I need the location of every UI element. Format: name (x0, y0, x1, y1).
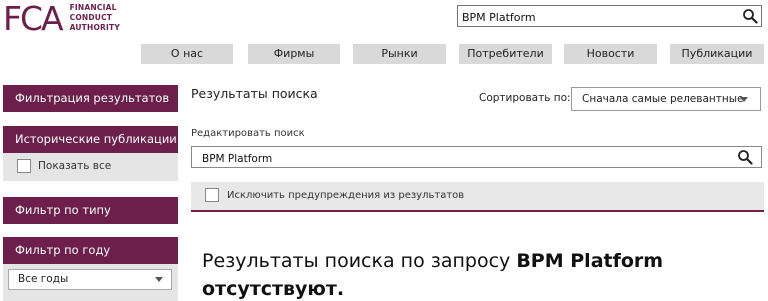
site-search-input[interactable] (458, 7, 728, 28)
logo-line-1: FINANCIAL (69, 3, 117, 12)
doc-type-filter-heading[interactable]: Фильтр по типу документа (3, 197, 178, 244)
year-select-value: Все годы (18, 273, 69, 285)
nav-consumers[interactable]: Потребители (459, 44, 552, 64)
no-results-prefix: Результаты поиска по запросу (202, 250, 517, 272)
nav-about[interactable]: О нас (141, 44, 233, 64)
logo-line-2: CONDUCT (69, 13, 113, 22)
no-results-suffix: отсутствуют. (202, 278, 345, 300)
sort-label: Сортировать по: (479, 92, 571, 104)
nav-news[interactable]: Новости (564, 44, 657, 64)
logo-text: FINANCIAL CONDUCT AUTHORITY (70, 3, 120, 33)
edit-search (191, 146, 762, 169)
year-select[interactable]: Все годы (8, 269, 172, 290)
exclude-warnings-label: Исключить предупреждения из результатов (227, 190, 465, 201)
logo-line-3: AUTHORITY (69, 23, 120, 32)
no-results-query: BPM Platform (516, 250, 664, 272)
chevron-down-icon (740, 97, 748, 102)
exclude-warnings-checkbox[interactable] (205, 188, 219, 202)
logo-mark: FCA (3, 0, 64, 38)
edit-search-label: Редактировать поиск (191, 128, 305, 139)
nav-firms[interactable]: Фирмы (248, 44, 340, 64)
nav-markets[interactable]: Рынки (353, 44, 446, 64)
nav-publications[interactable]: Публикации (670, 44, 764, 64)
search-icon[interactable] (742, 8, 758, 24)
edit-search-input[interactable] (192, 149, 712, 169)
fca-logo[interactable]: FCA FINANCIAL CONDUCT AUTHORITY (3, 2, 120, 38)
year-filter-panel: Все годы (3, 264, 178, 301)
year-filter-heading: Фильтр по году (3, 237, 178, 264)
chevron-down-icon (155, 277, 163, 282)
show-all-label: Показать все (38, 160, 112, 172)
page-title: Результаты поиска (191, 86, 318, 101)
historical-publications-panel: Показать все (3, 153, 178, 181)
site-search (457, 5, 762, 28)
search-icon[interactable] (737, 149, 753, 165)
filter-results-heading: Фильтрация результатов (3, 85, 178, 112)
show-all-checkbox[interactable] (17, 159, 31, 173)
exclude-warnings-bar: Исключить предупреждения из результатов (191, 182, 764, 212)
no-results-message: Результаты поиска по запросу BPM Platfor… (202, 247, 762, 301)
sort-select[interactable]: Сначала самые релевантные (571, 87, 761, 111)
historical-publications-heading[interactable]: Исторические публикации (3, 126, 178, 153)
sort-select-value: Сначала самые релевантные (582, 93, 744, 105)
